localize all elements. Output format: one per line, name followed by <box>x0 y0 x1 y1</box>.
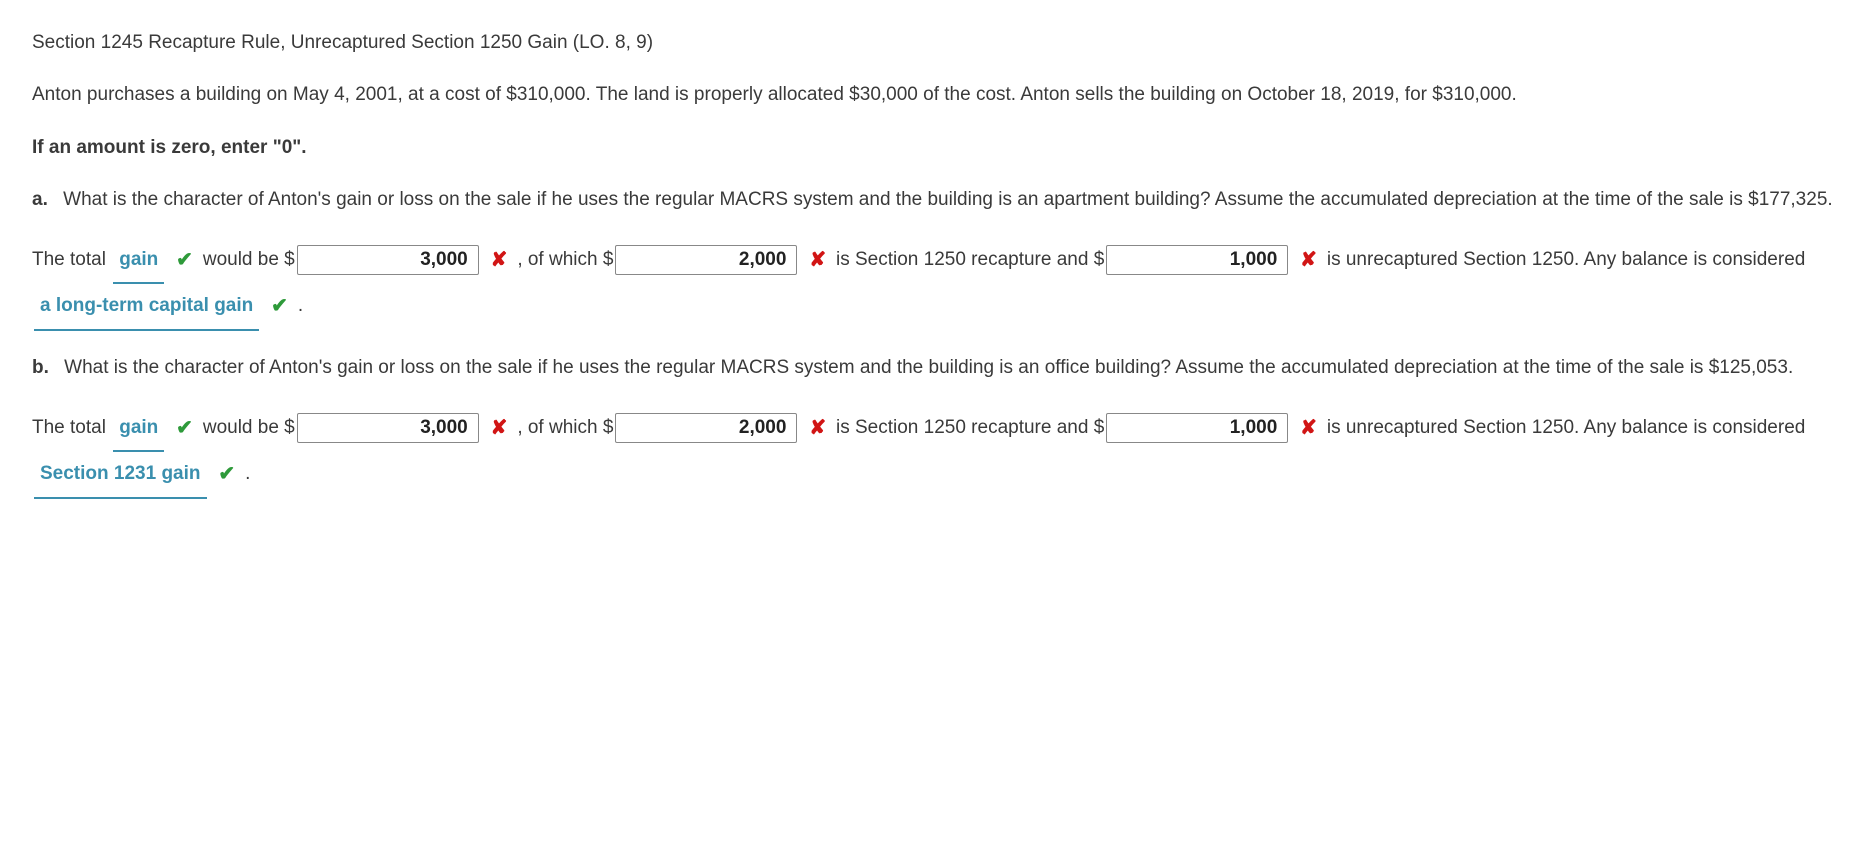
answer-a-text-2: would be $ <box>203 249 295 270</box>
cross-icon: ✘ <box>490 406 508 450</box>
question-b-label: b. <box>32 357 49 378</box>
answer-b-dropdown-gain[interactable]: gain <box>113 407 164 453</box>
question-a-text: What is the character of Anton's gain or… <box>63 189 1833 210</box>
answer-b-text-3: , of which $ <box>517 417 613 438</box>
check-icon: ✔ <box>271 284 289 328</box>
scenario-text: Anton purchases a building on May 4, 200… <box>32 80 1844 110</box>
answer-b-text-4: is Section 1250 recapture and $ <box>836 417 1104 438</box>
answer-b: The total gain ✔ would be $ ✘ , of which… <box>32 406 1844 500</box>
answer-a: The total gain ✔ would be $ ✘ , of which… <box>32 238 1844 332</box>
answer-b-input-recapture[interactable] <box>615 413 797 443</box>
cross-icon: ✘ <box>1300 238 1318 282</box>
answer-a-text-4: is Section 1250 recapture and $ <box>836 249 1104 270</box>
check-icon: ✔ <box>218 452 236 496</box>
answer-a-input-unrecaptured[interactable] <box>1106 245 1288 275</box>
answer-b-input-unrecaptured[interactable] <box>1106 413 1288 443</box>
check-icon: ✔ <box>176 406 194 450</box>
cross-icon: ✘ <box>809 238 827 282</box>
answer-a-input-recapture[interactable] <box>615 245 797 275</box>
answer-a-dropdown-balance[interactable]: a long-term capital gain <box>34 285 259 331</box>
cross-icon: ✘ <box>1300 406 1318 450</box>
answer-a-text-7: . <box>298 295 303 316</box>
answer-a-dropdown-gain[interactable]: gain <box>113 239 164 285</box>
question-a-label: a. <box>32 189 48 210</box>
answer-b-text-6: unrecaptured Section 1250. Any balance i… <box>1346 417 1805 438</box>
answer-a-text-1: The total <box>32 249 106 270</box>
page-title: Section 1245 Recapture Rule, Unrecapture… <box>32 28 1844 58</box>
answer-b-text-5: is <box>1327 417 1341 438</box>
answer-a-text-5: is <box>1327 249 1341 270</box>
answer-b-dropdown-balance[interactable]: Section 1231 gain <box>34 453 207 499</box>
instruction-text: If an amount is zero, enter "0". <box>32 133 1844 163</box>
question-b-text: What is the character of Anton's gain or… <box>64 357 1793 378</box>
answer-a-input-total[interactable] <box>297 245 479 275</box>
question-b: b. What is the character of Anton's gain… <box>32 353 1844 383</box>
answer-a-text-6: unrecaptured Section 1250. Any balance i… <box>1346 249 1805 270</box>
answer-a-text-3: , of which $ <box>517 249 613 270</box>
answer-b-text-7: . <box>245 463 250 484</box>
answer-b-input-total[interactable] <box>297 413 479 443</box>
check-icon: ✔ <box>176 238 194 282</box>
cross-icon: ✘ <box>809 406 827 450</box>
answer-b-text-1: The total <box>32 417 106 438</box>
question-a: a. What is the character of Anton's gain… <box>32 185 1844 215</box>
cross-icon: ✘ <box>490 238 508 282</box>
answer-b-text-2: would be $ <box>203 417 295 438</box>
